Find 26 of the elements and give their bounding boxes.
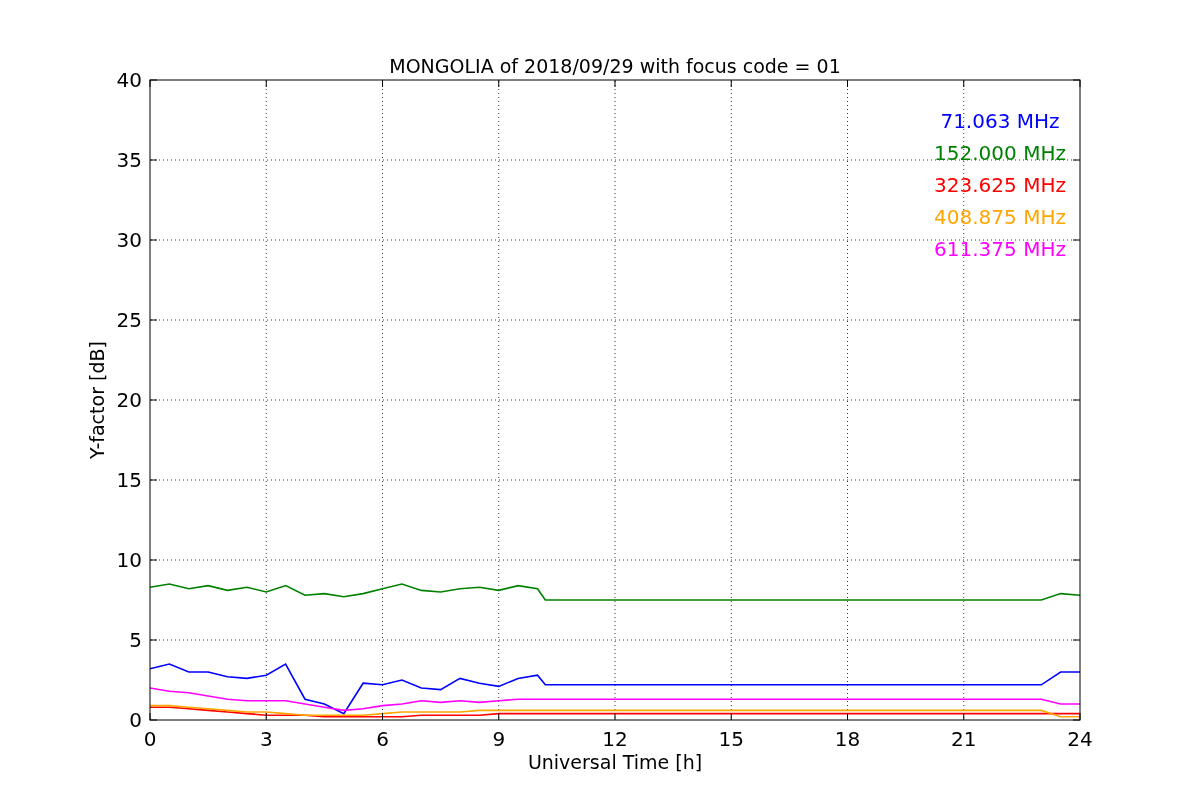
tick-label: 0	[129, 708, 142, 732]
legend-label: 323.625 MHz	[934, 173, 1066, 197]
chart-title: MONGOLIA of 2018/09/29 with focus code = 01	[389, 55, 841, 77]
legend-label: 71.063 MHz	[940, 109, 1060, 133]
tick-label: 20	[116, 388, 142, 412]
tick-label: 25	[116, 308, 142, 332]
tick-label: 18	[834, 727, 861, 751]
legend-label: 408.875 MHz	[934, 205, 1066, 229]
tick-label: 15	[718, 727, 744, 751]
tick-label: 30	[116, 228, 142, 252]
tick-label: 0	[143, 727, 157, 751]
tick-label: 40	[116, 68, 142, 92]
tick-label: 6	[376, 727, 389, 751]
tick-label: 9	[492, 727, 506, 751]
tick-label: 35	[116, 148, 142, 172]
legend-label: 611.375 MHz	[934, 237, 1066, 261]
tick-label: 24	[1067, 727, 1093, 751]
tick-label: 12	[602, 727, 628, 751]
legend-label: 152.000 MHz	[934, 141, 1066, 165]
axis-label: Y-factor [dB]	[86, 341, 108, 459]
tick-label: 10	[116, 548, 142, 572]
tick-label: 15	[116, 468, 142, 492]
axis-label: Universal Time [h]	[527, 751, 703, 773]
tick-label: 21	[951, 727, 977, 751]
tick-label: 5	[129, 628, 142, 652]
tick-label: 3	[259, 727, 273, 751]
